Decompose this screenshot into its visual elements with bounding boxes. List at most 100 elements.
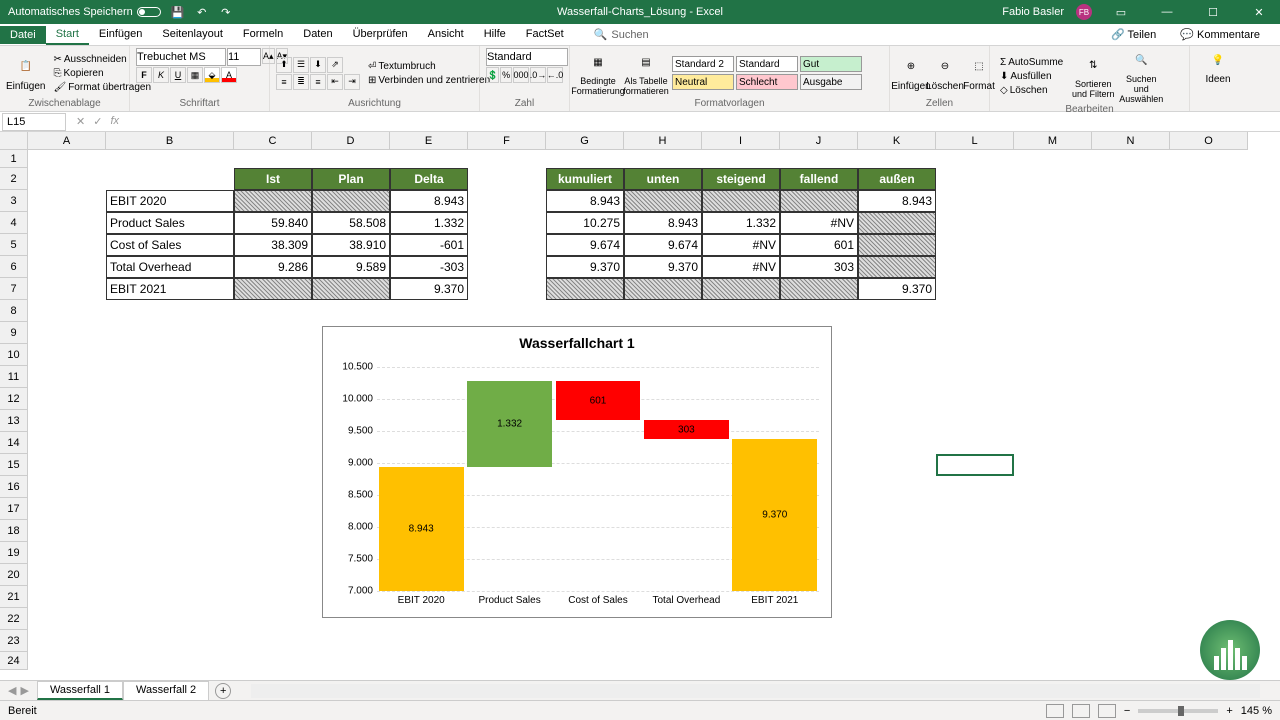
cell-B4[interactable]: Product Sales	[106, 212, 234, 234]
next-sheet-icon[interactable]: ▶	[20, 684, 28, 697]
column-header[interactable]: E	[390, 132, 468, 150]
cell-I5[interactable]: #NV	[702, 234, 780, 256]
cell-D2[interactable]: Plan	[312, 168, 390, 190]
row-header[interactable]: 2	[0, 168, 28, 190]
normal-view-button[interactable]	[1046, 704, 1064, 718]
cell-I7[interactable]	[702, 278, 780, 300]
column-header[interactable]: M	[1014, 132, 1092, 150]
cell-D3[interactable]	[312, 190, 390, 212]
cell-G4[interactable]: 10.275	[546, 212, 624, 234]
fx-icon[interactable]: fx	[110, 115, 119, 128]
cell-G5[interactable]: 9.674	[546, 234, 624, 256]
waterfall-chart[interactable]: Wasserfallchart 17.0007.5008.0008.5009.0…	[322, 326, 832, 618]
close-icon[interactable]: ✕	[1242, 0, 1276, 24]
row-header[interactable]: 19	[0, 542, 28, 564]
tab-hilfe[interactable]: Hilfe	[474, 25, 516, 45]
cell-H4[interactable]: 8.943	[624, 212, 702, 234]
increase-decimal-icon[interactable]: .0→	[530, 67, 546, 83]
row-header[interactable]: 16	[0, 476, 28, 498]
clear-button[interactable]: ◇ Löschen	[996, 84, 1067, 97]
cell-H7[interactable]	[624, 278, 702, 300]
cell-K4[interactable]	[858, 212, 936, 234]
cell-E2[interactable]: Delta	[390, 168, 468, 190]
zoom-slider[interactable]	[1138, 709, 1218, 713]
align-bottom-icon[interactable]: ⬇	[310, 57, 326, 73]
column-header[interactable]: N	[1092, 132, 1170, 150]
align-left-icon[interactable]: ≡	[276, 74, 292, 90]
cell-I2[interactable]: steigend	[702, 168, 780, 190]
row-header[interactable]: 8	[0, 300, 28, 322]
row-header[interactable]: 14	[0, 432, 28, 454]
cell-D5[interactable]: 38.910	[312, 234, 390, 256]
horizontal-scrollbar[interactable]	[251, 684, 1260, 698]
font-name-select[interactable]	[136, 48, 226, 66]
cell-J5[interactable]: 601	[780, 234, 858, 256]
column-header[interactable]: H	[624, 132, 702, 150]
column-header[interactable]: B	[106, 132, 234, 150]
chart-bar[interactable]: 601	[556, 381, 641, 419]
row-header[interactable]: 18	[0, 520, 28, 542]
column-header[interactable]: O	[1170, 132, 1248, 150]
select-all-corner[interactable]	[0, 132, 28, 150]
autosum-button[interactable]: Σ AutoSumme	[996, 56, 1067, 69]
cell-E3[interactable]: 8.943	[390, 190, 468, 212]
fill-color-button[interactable]: ⬙	[204, 67, 220, 83]
column-header[interactable]: A	[28, 132, 106, 150]
comments-button[interactable]: 💬 Kommentare	[1172, 26, 1268, 43]
cell-E4[interactable]: 1.332	[390, 212, 468, 234]
tab-seitenlayout[interactable]: Seitenlayout	[152, 25, 233, 45]
row-header[interactable]: 24	[0, 652, 28, 670]
maximize-icon[interactable]: ☐	[1196, 0, 1230, 24]
percent-icon[interactable]: %	[500, 67, 512, 83]
cell-C7[interactable]	[234, 278, 312, 300]
border-button[interactable]: ▦	[187, 67, 203, 83]
cell-G6[interactable]: 9.370	[546, 256, 624, 278]
currency-icon[interactable]: 💲	[486, 67, 499, 83]
page-layout-view-button[interactable]	[1072, 704, 1090, 718]
chart-bar[interactable]: 1.332	[467, 381, 552, 466]
cell-D6[interactable]: 9.589	[312, 256, 390, 278]
row-header[interactable]: 1	[0, 150, 28, 168]
cell-style-1[interactable]: Standard	[736, 56, 798, 72]
cell-H6[interactable]: 9.370	[624, 256, 702, 278]
cell-K6[interactable]	[858, 256, 936, 278]
prev-sheet-icon[interactable]: ◀	[8, 684, 16, 697]
underline-button[interactable]: U	[170, 67, 186, 83]
spreadsheet-grid[interactable]: ABCDEFGHIJKLMNO 123456789101112131415161…	[0, 132, 1280, 676]
cancel-formula-icon[interactable]: ✕	[76, 115, 85, 128]
cell-B5[interactable]: Cost of Sales	[106, 234, 234, 256]
row-header[interactable]: 22	[0, 608, 28, 630]
font-color-button[interactable]: A	[221, 67, 237, 83]
cell-style-4[interactable]: Schlecht	[736, 74, 798, 90]
cell-B3[interactable]: EBIT 2020	[106, 190, 234, 212]
italic-button[interactable]: K	[153, 67, 169, 83]
row-header[interactable]: 7	[0, 278, 28, 300]
cell-J6[interactable]: 303	[780, 256, 858, 278]
align-top-icon[interactable]: ⬆	[276, 57, 292, 73]
minimize-icon[interactable]: —	[1150, 0, 1184, 24]
column-header[interactable]: I	[702, 132, 780, 150]
row-header[interactable]: 5	[0, 234, 28, 256]
tab-ansicht[interactable]: Ansicht	[418, 25, 474, 45]
cell-B7[interactable]: EBIT 2021	[106, 278, 234, 300]
cell-G2[interactable]: kumuliert	[546, 168, 624, 190]
cell-K2[interactable]: außen	[858, 168, 936, 190]
chart-bar[interactable]: 8.943	[379, 467, 464, 591]
column-header[interactable]: J	[780, 132, 858, 150]
cell-H2[interactable]: unten	[624, 168, 702, 190]
cell-J7[interactable]	[780, 278, 858, 300]
row-header[interactable]: 23	[0, 630, 28, 652]
redo-icon[interactable]: ↷	[219, 5, 233, 19]
cell-H5[interactable]: 9.674	[624, 234, 702, 256]
page-break-view-button[interactable]	[1098, 704, 1116, 718]
row-header[interactable]: 3	[0, 190, 28, 212]
cell-J3[interactable]	[780, 190, 858, 212]
sheet-tab[interactable]: Wasserfall 1	[37, 681, 123, 700]
decrease-decimal-icon[interactable]: ←.0	[547, 67, 563, 83]
cell-style-0[interactable]: Standard 2	[672, 56, 734, 72]
align-middle-icon[interactable]: ☰	[293, 57, 309, 73]
cell-K5[interactable]	[858, 234, 936, 256]
share-button[interactable]: 🔗 Teilen	[1103, 26, 1164, 43]
cell-H3[interactable]	[624, 190, 702, 212]
row-header[interactable]: 12	[0, 388, 28, 410]
